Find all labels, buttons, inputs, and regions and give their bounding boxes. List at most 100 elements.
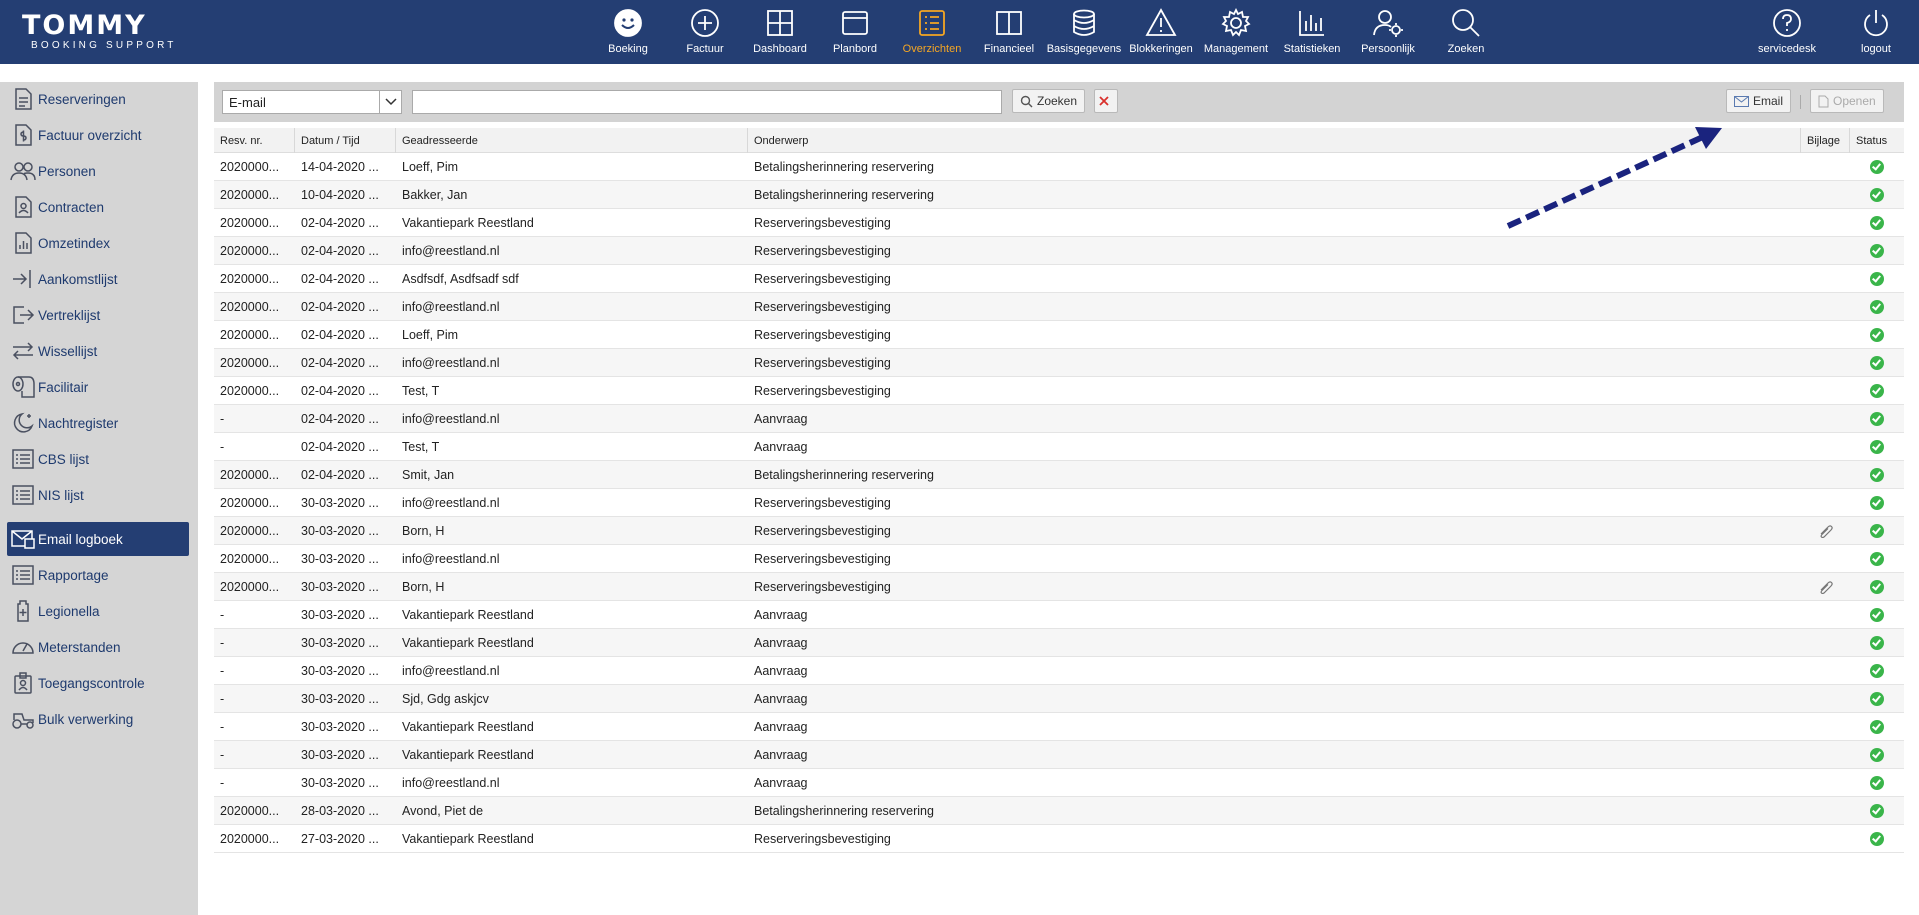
search-input[interactable] [412, 90, 1002, 114]
nav-label: logout [1861, 43, 1891, 55]
table-row[interactable]: 2020000... 30-03-2020 ... info@reestland.n… [214, 545, 1904, 573]
email-log-table: Resv. nr. Datum / Tijd Geadresseerde Ond… [214, 128, 1904, 853]
sidebar-item-wissellijst[interactable]: Wissellijst [7, 334, 189, 368]
grid-icon [767, 10, 793, 36]
table-row[interactable]: - 30-03-2020 ... Vakantiepark Reestland Aan… [214, 713, 1904, 741]
search-button[interactable]: Zoeken [1012, 89, 1086, 113]
email-button-label: Email [1753, 94, 1784, 108]
table-row[interactable]: 2020000... 02-04-2020 ... Test, T Reserveri… [214, 377, 1904, 405]
cell-recipient: info@reestland.nl [402, 664, 500, 678]
cell-subject: Betalingsherinnering reservering [754, 804, 934, 818]
cell-date: 02-04-2020 ... [301, 216, 379, 230]
sidebar-item-label: Omzetindex [38, 235, 111, 251]
status-ok-icon [1870, 384, 1884, 398]
sidebar-item-rapportage[interactable]: Rapportage [7, 558, 189, 592]
table-row[interactable]: 2020000... 30-03-2020 ... Born, H Reserveri… [214, 517, 1904, 545]
table-row[interactable]: - 30-03-2020 ... info@reestland.nl Aanvraag [214, 657, 1904, 685]
sidebar-item-meterstanden[interactable]: Meterstanden [7, 630, 189, 664]
nav-basisgegevens[interactable]: Basisgegevens [1047, 0, 1121, 64]
sidebar-item-nis-lijst[interactable]: NIS lijst [7, 478, 189, 512]
nav-factuur[interactable]: Factuur [683, 0, 727, 64]
table-row[interactable]: 2020000... 02-04-2020 ... Vakantiepark Ree… [214, 209, 1904, 237]
table-row[interactable]: 2020000... 27-03-2020 ... Vakantiepark Ree… [214, 825, 1904, 853]
sidebar-item-legionella[interactable]: Legionella [7, 594, 189, 628]
chevron-down-icon[interactable] [379, 91, 401, 113]
cell-subject: Aanvraag [754, 776, 808, 790]
cell-date: 30-03-2020 ... [301, 776, 379, 790]
nav-overzichten[interactable]: Overzichten [902, 0, 962, 64]
cell-subject: Aanvraag [754, 636, 808, 650]
cell-recipient: Avond, Piet de [402, 804, 484, 818]
table-row[interactable]: 2020000... 02-04-2020 ... Loeff, Pim Reserv… [214, 321, 1904, 349]
paperclip-icon[interactable] [1818, 580, 1834, 594]
cell-recipient: Sjd, Gdg askjcv [402, 692, 489, 706]
open-button[interactable]: Openen [1810, 89, 1884, 113]
table-row[interactable]: 2020000... 02-04-2020 ... info@reestland.n… [214, 237, 1904, 265]
nav-servicedesk[interactable]: servicedesk [1758, 0, 1816, 64]
nav-planbord[interactable]: Planbord [832, 0, 878, 64]
nav-boeking[interactable]: Boeking [606, 0, 650, 64]
sidebar-item-vertreklijst[interactable]: Vertreklijst [7, 298, 189, 332]
table-row[interactable]: 2020000... 30-03-2020 ... Born, H Reserveri… [214, 573, 1904, 601]
table-row[interactable]: - 30-03-2020 ... info@reestland.nl Aanvraag [214, 769, 1904, 797]
sidebar-item-nachtregister[interactable]: Nachtregister [7, 406, 189, 440]
sidebar-item-label: Factuur overzicht [38, 127, 142, 143]
sidebar-item-contracten[interactable]: Contracten [7, 190, 189, 224]
column-header-date[interactable]: Datum / Tijd [295, 128, 396, 153]
status-ok-icon [1870, 776, 1884, 790]
clear-button[interactable] [1094, 89, 1118, 113]
filter-type-select[interactable]: E-mail [222, 90, 402, 114]
close-icon [1099, 96, 1109, 106]
nav-persoonlijk[interactable]: Persoonlijk [1359, 0, 1417, 64]
sidebar-item-aankomstlijst[interactable]: Aankomstlijst [7, 262, 189, 296]
search-button-label: Zoeken [1037, 94, 1078, 108]
nav-logout[interactable]: logout [1854, 0, 1898, 64]
logo[interactable]: TOMMY BOOKING SUPPORT [22, 12, 192, 52]
cell-date: 30-03-2020 ... [301, 720, 379, 734]
nav-statistieken[interactable]: Statistieken [1283, 0, 1341, 64]
table-row[interactable]: - 02-04-2020 ... info@reestland.nl Aanvraag [214, 405, 1904, 433]
nav-dashboard[interactable]: Dashboard [753, 0, 807, 64]
cell-subject: Reserveringsbevestiging [754, 552, 891, 566]
nav-financieel[interactable]: Financieel [983, 0, 1035, 64]
table-row[interactable]: 2020000... 30-03-2020 ... info@reestland.n… [214, 489, 1904, 517]
cell-resv-nr: - [220, 720, 225, 734]
table-row[interactable]: 2020000... 14-04-2020 ... Loeff, Pim Betali… [214, 153, 1904, 181]
table-row[interactable]: - 02-04-2020 ... Test, T Aanvraag [214, 433, 1904, 461]
sidebar-item-personen[interactable]: Personen [7, 154, 189, 188]
nav-blokkeringen[interactable]: Blokkeringen [1128, 0, 1194, 64]
status-ok-icon [1870, 244, 1884, 258]
column-header-attachment[interactable]: Bijlage [1801, 128, 1850, 153]
sidebar-item-bulk-verwerking[interactable]: Bulk verwerking [7, 702, 189, 736]
sidebar-item-toegangscontrole[interactable]: Toegangscontrole [7, 666, 189, 700]
sidebar-item-factuur-overzicht[interactable]: Factuur overzicht [7, 118, 189, 152]
cell-recipient: Vakantiepark Reestland [402, 832, 534, 846]
table-row[interactable]: - 30-03-2020 ... Sjd, Gdg askjcv Aanvraag [214, 685, 1904, 713]
paperclip-icon[interactable] [1818, 524, 1834, 538]
table-row[interactable]: - 30-03-2020 ... Vakantiepark Reestland Aan… [214, 601, 1904, 629]
table-row[interactable]: 2020000... 02-04-2020 ... Asdfsdf, Asdfsad… [214, 265, 1904, 293]
table-row[interactable]: 2020000... 02-04-2020 ... info@reestland.n… [214, 293, 1904, 321]
nav-management[interactable]: Management [1204, 0, 1268, 64]
nav-zoeken[interactable]: Zoeken [1444, 0, 1488, 64]
sidebar-item-cbs-lijst[interactable]: CBS lijst [7, 442, 189, 476]
table-row[interactable]: 2020000... 02-04-2020 ... info@reestland.n… [214, 349, 1904, 377]
column-header-recipient[interactable]: Geadresseerde [396, 128, 748, 153]
cell-subject: Aanvraag [754, 692, 808, 706]
table-row[interactable]: 2020000... 28-03-2020 ... Avond, Piet de Be… [214, 797, 1904, 825]
table-row[interactable]: - 30-03-2020 ... Vakantiepark Reestland Aan… [214, 629, 1904, 657]
sidebar-item-reserveringen[interactable]: Reserveringen [7, 82, 189, 116]
status-ok-icon [1870, 832, 1884, 846]
sidebar-item-facilitair[interactable]: Facilitair [7, 370, 189, 404]
table-row[interactable]: - 30-03-2020 ... Vakantiepark Reestland Aan… [214, 741, 1904, 769]
email-button[interactable]: Email [1726, 89, 1792, 113]
sidebar-item-label: Email logboek [38, 531, 123, 547]
cell-subject: Reserveringsbevestiging [754, 580, 891, 594]
table-row[interactable]: 2020000... 02-04-2020 ... Smit, Jan Betalin… [214, 461, 1904, 489]
sidebar-item-omzetindex[interactable]: Omzetindex [7, 226, 189, 260]
column-header-status[interactable]: Status [1850, 128, 1904, 153]
table-row[interactable]: 2020000... 10-04-2020 ... Bakker, Jan Betal… [214, 181, 1904, 209]
column-header-resv[interactable]: Resv. nr. [214, 128, 295, 153]
sidebar-item-email-logboek[interactable]: Email logboek [7, 522, 189, 556]
column-header-subject[interactable]: Onderwerp [748, 128, 1801, 153]
